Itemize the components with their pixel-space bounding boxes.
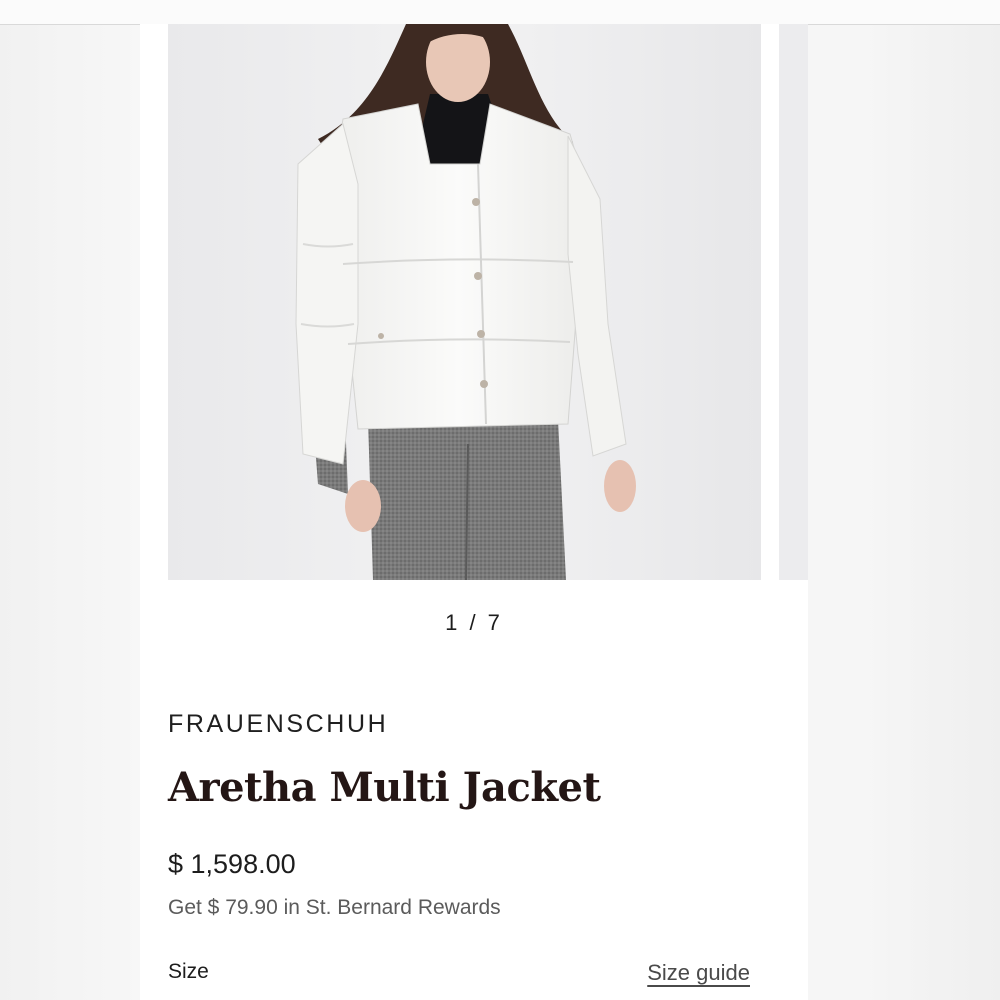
top-edge: [0, 0, 1000, 25]
product-title: Aretha Multi Jacket: [168, 764, 601, 811]
product-image[interactable]: [168, 24, 761, 580]
size-label: Size: [168, 960, 209, 983]
product-image-carousel[interactable]: [168, 24, 808, 580]
brand-name[interactable]: FRAUENSCHUH: [168, 710, 388, 739]
product-price: $ 1,598.00: [168, 849, 296, 879]
rewards-text: Get $ 79.90 in St. Bernard Rewards: [168, 896, 501, 919]
image-counter: 1 / 7: [445, 610, 503, 635]
next-image-peek[interactable]: [779, 24, 808, 580]
size-guide-link[interactable]: Size guide: [647, 960, 750, 986]
product-photo: [168, 24, 761, 580]
